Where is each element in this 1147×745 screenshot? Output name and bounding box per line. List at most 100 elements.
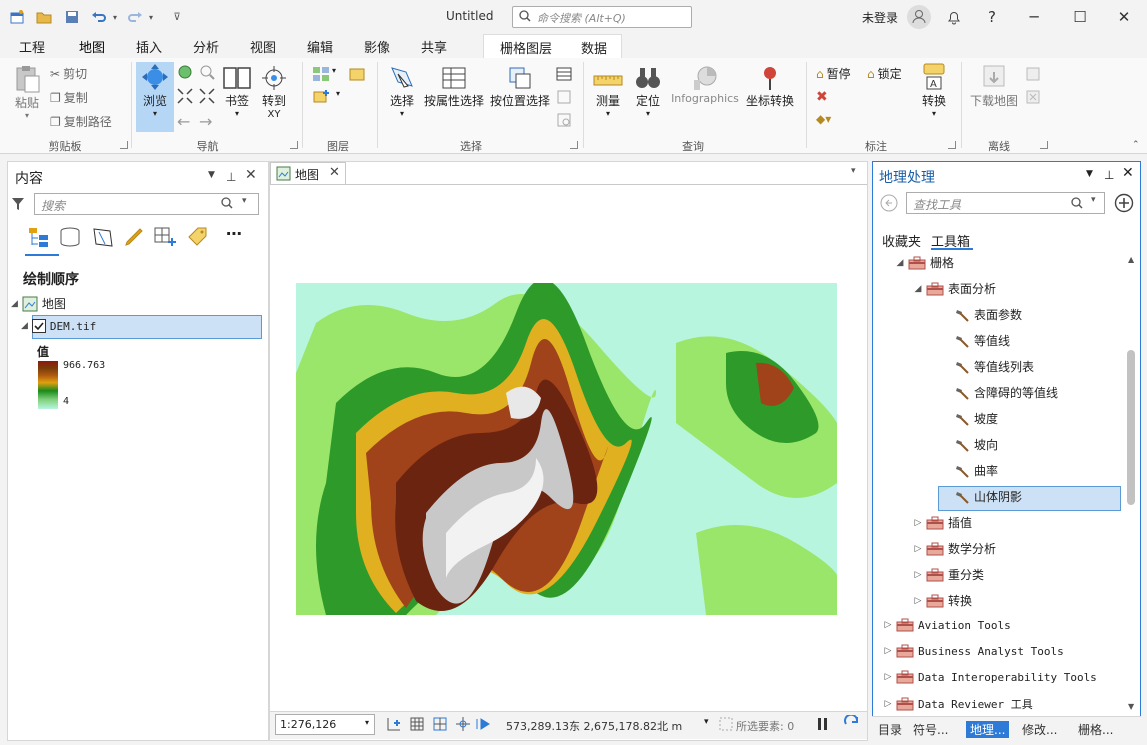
visibility-checkbox-icon[interactable] (31, 319, 46, 333)
tool-item[interactable]: 表面参数 (938, 306, 1022, 323)
locate-button[interactable]: 定位 ▾ (632, 64, 664, 118)
collapsed-twisty-icon[interactable]: ▷ (910, 570, 926, 580)
toolset-item[interactable]: ▷ 数学分析 (910, 540, 996, 557)
scroll-down-icon[interactable]: ▼ (1128, 702, 1134, 711)
select-by-location-button[interactable]: 按位置选择 (489, 64, 551, 109)
selection-dialog-launcher[interactable] (570, 141, 578, 149)
lock-labeling-button[interactable]: ⌂ 锁定 (867, 65, 902, 82)
tab-catalog[interactable]: 目录 (878, 721, 902, 738)
convert-coordinates-button[interactable]: 坐标转换 (744, 64, 796, 109)
tab-share[interactable]: 共享 (421, 37, 447, 56)
paste-button[interactable]: 粘贴 ▾ (10, 64, 44, 120)
dem-raster-image[interactable] (296, 283, 837, 615)
toolset-item[interactable]: ▷ 转换 (910, 592, 972, 609)
collapsed-twisty-icon[interactable]: ▷ (910, 596, 926, 606)
scroll-up-icon[interactable]: ▲ (1128, 255, 1134, 264)
select-button[interactable]: 选择 ▾ (386, 64, 418, 118)
basemap-icon[interactable] (312, 66, 330, 85)
toolbox-item[interactable]: ▷ Business Analyst Tools (880, 644, 1064, 658)
tab-insert[interactable]: 插入 (136, 37, 162, 56)
collapsed-twisty-icon[interactable]: ▷ (880, 620, 896, 630)
back-arrow-icon[interactable] (880, 194, 898, 215)
tab-modify[interactable]: 修改... (1022, 721, 1057, 738)
coordinate-system-icon[interactable] (455, 716, 471, 735)
pin-pane-icon[interactable]: ⊥ (1104, 168, 1114, 182)
infographics-button[interactable]: Infographics (668, 64, 742, 105)
add-toolbox-icon[interactable] (1114, 193, 1134, 216)
zoom-in-fixed-icon[interactable] (177, 88, 193, 107)
tool-item[interactable]: 等值线 (938, 332, 1010, 349)
close-tab-icon[interactable]: ✕ (329, 165, 340, 180)
view-dropdown-icon[interactable]: ▾ (851, 166, 856, 176)
toolbox-item[interactable]: ◢ 栅格 (892, 254, 954, 271)
explore-button[interactable]: 浏览 ▾ (136, 62, 174, 132)
close-pane-icon[interactable]: ✕ (1122, 165, 1134, 181)
tab-favorites[interactable]: 收藏夹 (882, 231, 921, 250)
customize-toolbar-icon[interactable]: ⊽ (168, 8, 186, 26)
undo-dropdown-icon[interactable]: ▾ (110, 8, 120, 26)
dem-layer-item[interactable]: ◢ DEM.tif (21, 319, 96, 333)
collapsed-twisty-icon[interactable]: ▷ (910, 518, 926, 528)
zoom-out-fixed-icon[interactable] (199, 88, 215, 107)
list-by-editing-icon[interactable] (122, 226, 146, 248)
list-by-data-source-icon[interactable] (58, 226, 82, 248)
search-options-dropdown-icon[interactable]: ▾ (242, 196, 247, 206)
tool-item[interactable]: 坡向 (938, 436, 998, 453)
tab-imagery[interactable]: 影像 (364, 37, 390, 56)
pause-drawing-navigation-icon[interactable] (475, 716, 491, 735)
collapse-ribbon-icon[interactable]: ⌃ (1132, 140, 1140, 150)
find-tools-input[interactable]: 查找工具 ▾ (906, 192, 1105, 214)
zoom-to-selection-icon[interactable] (556, 112, 572, 131)
expanded-twisty-icon[interactable]: ◢ (11, 299, 18, 309)
filter-icon[interactable] (11, 196, 25, 215)
collapsed-twisty-icon[interactable]: ▷ (880, 699, 896, 709)
new-project-icon[interactable] (8, 8, 26, 26)
label-weight-icon[interactable]: ◆▾ (816, 112, 831, 126)
remove-offline-icon[interactable] (1025, 89, 1041, 108)
scale-dropdown-icon[interactable]: ▾ (365, 718, 369, 727)
measure-button[interactable]: 测量 ▾ (590, 64, 626, 118)
clear-selection-icon[interactable] (556, 89, 572, 108)
pane-menu-icon[interactable]: ▼ (1086, 169, 1093, 179)
map-tree-item[interactable]: ◢ 地图 (11, 295, 66, 312)
labeling-dialog-launcher[interactable] (948, 141, 956, 149)
tab-view[interactable]: 视图 (250, 37, 276, 56)
sign-in-status[interactable]: 未登录 (862, 9, 898, 26)
scale-selector[interactable]: 1:276,126 ▾ (275, 714, 375, 735)
expanded-twisty-icon[interactable]: ◢ (892, 258, 908, 268)
tab-data[interactable]: 数据 (581, 38, 607, 57)
tab-symbology[interactable]: 符号... (913, 721, 948, 738)
full-extent-icon[interactable] (177, 64, 193, 83)
close-pane-icon[interactable]: ✕ (245, 167, 257, 183)
sync-icon[interactable] (1025, 66, 1041, 85)
list-by-snapping-icon[interactable] (153, 226, 177, 248)
add-graphics-layer-icon[interactable] (312, 89, 330, 108)
tab-project[interactable]: 工程 (19, 37, 45, 56)
bookmarks-button[interactable]: 书签 ▾ (220, 64, 254, 118)
pause-labeling-button[interactable]: ⌂ 暂停 (816, 65, 851, 82)
expanded-twisty-icon[interactable]: ◢ (910, 284, 926, 294)
tab-raster-layer[interactable]: 栅格图层 (500, 38, 552, 57)
save-project-icon[interactable] (63, 8, 81, 26)
tab-geoprocessing[interactable]: 地理... (966, 721, 1010, 738)
label-priority-icon[interactable]: ✖ (816, 89, 828, 105)
tab-raster-functions[interactable]: 栅格... (1078, 721, 1113, 738)
vertical-scrollbar[interactable] (1127, 350, 1135, 505)
toolset-item[interactable]: ▷ 插值 (910, 514, 972, 531)
basemap-dropdown-icon[interactable]: ▾ (332, 66, 336, 75)
grid-icon[interactable] (409, 716, 425, 735)
toolbox-item[interactable]: ▷ Aviation Tools (880, 618, 1011, 632)
snapping-icon[interactable] (432, 716, 448, 735)
redo-icon[interactable] (126, 8, 144, 26)
copy-button[interactable]: ❐ 复制 (50, 89, 88, 106)
more-options-icon[interactable]: ⋯ (226, 224, 250, 246)
toolset-item[interactable]: ▷ 重分类 (910, 566, 984, 583)
copy-path-button[interactable]: ❐ 复制路径 (50, 113, 112, 130)
convert-labels-button[interactable]: A 转换 ▾ (914, 62, 954, 118)
pause-drawing-icon[interactable] (816, 716, 830, 735)
redo-dropdown-icon[interactable]: ▾ (146, 8, 156, 26)
collapsed-twisty-icon[interactable]: ▷ (910, 544, 926, 554)
cut-button[interactable]: ✂ 剪切 (50, 65, 87, 82)
previous-extent-icon[interactable]: ← (177, 112, 190, 131)
tab-analysis[interactable]: 分析 (193, 37, 219, 56)
